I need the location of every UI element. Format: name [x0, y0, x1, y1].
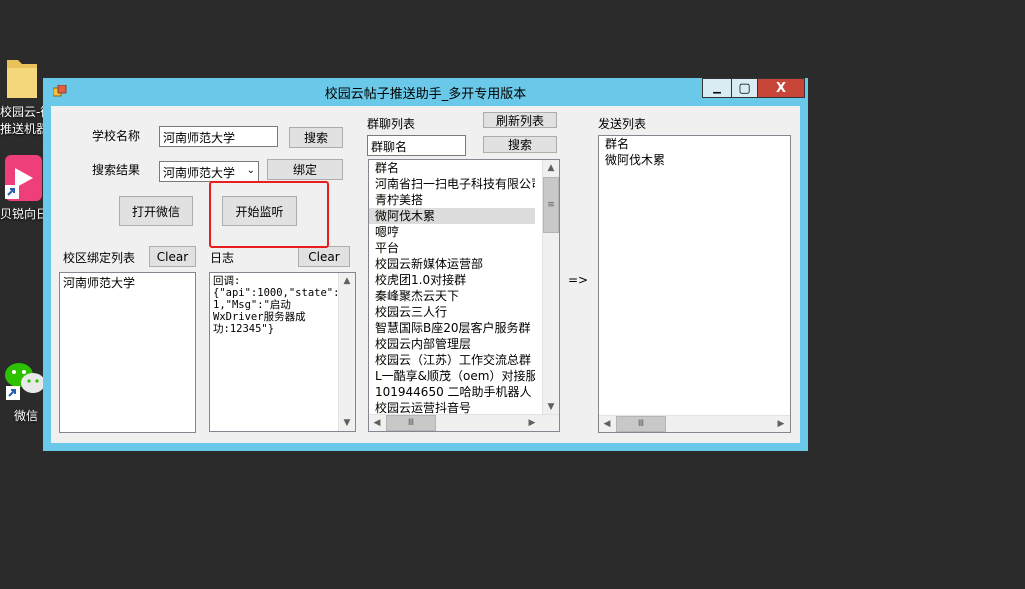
- campus-clear-button[interactable]: Clear: [149, 246, 196, 267]
- campus-bind-list[interactable]: 河南师范大学: [59, 272, 196, 433]
- group-search-input[interactable]: 群聊名: [367, 135, 466, 156]
- minimize-icon: ▁: [713, 82, 721, 94]
- close-icon: X: [775, 80, 787, 96]
- group-vscrollbar[interactable]: ▲ ≡ ▼: [542, 160, 559, 415]
- school-name-label: 学校名称: [92, 129, 141, 143]
- table-row[interactable]: 青柠美搭: [369, 192, 535, 208]
- table-row[interactable]: 校虎团1.0对接群: [369, 272, 535, 288]
- search-result-value: 河南师范大学: [163, 166, 236, 180]
- scroll-down-icon[interactable]: ▼: [339, 415, 355, 431]
- grip-icon: ≡: [547, 200, 555, 210]
- log-line: WxDriver服务器成: [213, 311, 306, 323]
- table-row[interactable]: 101944650 二哈助手机器人: [369, 384, 535, 400]
- scroll-left-icon[interactable]: ◀: [369, 415, 385, 431]
- list-header[interactable]: 群名: [369, 160, 559, 176]
- list-item[interactable]: 微阿伐木累: [599, 152, 790, 168]
- scroll-up-icon[interactable]: ▲: [339, 273, 355, 289]
- scroll-thumb[interactable]: ≡: [543, 177, 559, 233]
- group-hscrollbar[interactable]: ◀ Ⅲ ▶: [369, 414, 559, 431]
- minimize-button[interactable]: ▁: [702, 78, 732, 98]
- highlight-box: [209, 181, 329, 248]
- table-row[interactable]: 校园云新媒体运营部: [369, 256, 535, 272]
- log-line: 1,"Msg":"启动: [213, 299, 291, 311]
- send-hscrollbar[interactable]: ◀ Ⅲ ▶: [599, 415, 790, 432]
- campus-bind-label: 校区绑定列表: [63, 251, 136, 265]
- group-rows: 河南省扫一扫电子科技有限公司 青柠美搭 微阿伐木累 嗯哼 平台 校园云新媒体运营部 校虎团1…: [369, 176, 559, 416]
- log-label: 日志: [210, 251, 235, 265]
- list-header[interactable]: 群名: [599, 136, 790, 152]
- table-row[interactable]: 河南省扫一扫电子科技有限公司: [369, 176, 535, 192]
- search-result-label: 搜索结果: [92, 163, 141, 177]
- refresh-list-button[interactable]: 刷新列表: [483, 112, 557, 128]
- log-textarea[interactable]: 回调: {"api":1000,"state": 1,"Msg":"启动 WxD…: [209, 272, 356, 432]
- maximize-button[interactable]: ▢: [731, 78, 758, 98]
- table-row[interactable]: 校园云（江苏）工作交流总群: [369, 352, 535, 368]
- folder-icon[interactable]: [5, 54, 39, 100]
- log-line: 功:12345"}: [213, 323, 275, 335]
- client-area: 学校名称 河南师范大学 搜索 搜索结果 河南师范大学 ⌄ 绑定 打开微信 开始监…: [51, 106, 800, 443]
- send-list-label: 发送列表: [598, 117, 647, 131]
- log-clear-button[interactable]: Clear: [298, 246, 350, 267]
- scroll-left-icon[interactable]: ◀: [599, 416, 615, 432]
- search-result-select[interactable]: 河南师范大学 ⌄: [159, 161, 259, 182]
- group-chat-list[interactable]: 群名 河南省扫一扫电子科技有限公司 青柠美搭 微阿伐木累 嗯哼 平台 校园云新媒体运营部校…: [368, 159, 560, 432]
- table-row[interactable]: 微阿伐木累: [369, 208, 535, 224]
- title-bar[interactable]: 校园云帖子推送助手_多开专用版本 ▁ ▢ X: [43, 78, 808, 106]
- table-row[interactable]: 智慧国际B座20层客户服务群: [369, 320, 535, 336]
- remote-app-icon[interactable]: [5, 155, 42, 201]
- grip-icon: Ⅲ: [637, 419, 645, 429]
- desktop-wechat-label: 微信: [14, 409, 39, 423]
- main-window: 校园云帖子推送助手_多开专用版本 ▁ ▢ X 学校名称 河南师范大学 搜索 搜索…: [43, 78, 808, 451]
- send-list[interactable]: 群名 微阿伐木累 ◀ Ⅲ ▶: [598, 135, 791, 433]
- open-wechat-button[interactable]: 打开微信: [119, 196, 193, 226]
- wechat-icon[interactable]: [4, 360, 46, 400]
- scroll-right-icon[interactable]: ▶: [773, 416, 789, 432]
- scroll-down-icon[interactable]: ▼: [543, 399, 559, 415]
- table-row[interactable]: 校园云三人行: [369, 304, 535, 320]
- close-button[interactable]: X: [757, 78, 805, 98]
- scroll-up-icon[interactable]: ▲: [543, 160, 559, 176]
- search-school-button[interactable]: 搜索: [289, 127, 343, 148]
- school-name-input[interactable]: 河南师范大学: [159, 126, 278, 147]
- log-vscrollbar[interactable]: ▲ ▼: [338, 273, 355, 431]
- group-list-label: 群聊列表: [367, 117, 416, 131]
- log-line: 回调:: [213, 275, 241, 287]
- desktop-app-label: 贝锐向日: [0, 207, 49, 221]
- grip-icon: Ⅲ: [407, 418, 415, 428]
- group-search-button[interactable]: 搜索: [483, 136, 557, 153]
- transfer-arrow: =>: [568, 273, 589, 287]
- scroll-thumb[interactable]: Ⅲ: [616, 416, 666, 432]
- table-row[interactable]: 秦峰聚杰云天下: [369, 288, 535, 304]
- maximize-icon: ▢: [738, 80, 751, 96]
- log-line: {"api":1000,"state":: [213, 287, 340, 299]
- bind-button[interactable]: 绑定: [267, 159, 343, 180]
- desktop-folder-label-2: 推送机器: [0, 122, 49, 136]
- scroll-right-icon[interactable]: ▶: [524, 415, 540, 431]
- table-row[interactable]: L一酷享&顺茂（oem）对接服务群: [369, 368, 535, 384]
- table-row[interactable]: 校园云内部管理层: [369, 336, 535, 352]
- scroll-thumb[interactable]: Ⅲ: [386, 415, 436, 431]
- chevron-down-icon: ⌄: [246, 165, 255, 176]
- list-item[interactable]: 河南师范大学: [60, 275, 195, 291]
- table-row[interactable]: 平台: [369, 240, 535, 256]
- table-row[interactable]: 嗯哼: [369, 224, 535, 240]
- log-text: 回调: {"api":1000,"state": 1,"Msg":"启动 WxD…: [213, 275, 340, 335]
- window-title: 校园云帖子推送助手_多开专用版本: [324, 87, 527, 102]
